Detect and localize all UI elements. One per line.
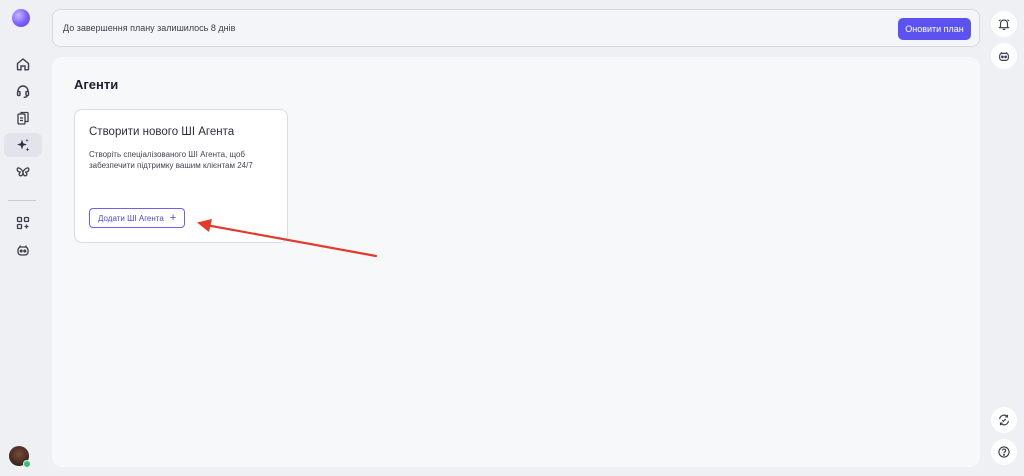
headset-icon bbox=[16, 85, 30, 98]
sync-button[interactable] bbox=[991, 407, 1017, 433]
sidebar-item-home[interactable] bbox=[4, 52, 42, 76]
sidebar-item-ai-agents[interactable] bbox=[4, 133, 42, 157]
plan-expiry-banner: До завершення плану залишилось 8 днів Он… bbox=[52, 9, 980, 47]
help-icon bbox=[998, 446, 1010, 458]
bell-icon bbox=[998, 19, 1010, 31]
sidebar-item-bot[interactable] bbox=[4, 238, 42, 262]
sync-check-icon bbox=[999, 414, 1009, 426]
sidebar-item-support[interactable] bbox=[4, 79, 42, 103]
card-description: Створіть спеціалізованого ШІ Агента, щоб… bbox=[89, 150, 253, 170]
bot-icon bbox=[17, 245, 29, 256]
card-title: Створити нового ШІ Агента bbox=[89, 126, 235, 138]
sparkles-icon bbox=[17, 138, 30, 152]
app-logo[interactable] bbox=[12, 9, 30, 27]
sidebar-divider bbox=[8, 200, 36, 201]
help-button[interactable] bbox=[991, 439, 1017, 465]
sidebar-item-integrations[interactable] bbox=[4, 160, 42, 184]
upgrade-plan-button[interactable]: Оновити план bbox=[898, 18, 971, 40]
add-ai-agent-button[interactable]: Додати ШІ Агента + bbox=[89, 208, 186, 228]
add-ai-agent-label: Додати ШІ Агента bbox=[98, 213, 164, 223]
sidebar-item-documents[interactable] bbox=[4, 106, 42, 130]
plus-icon: + bbox=[169, 211, 177, 224]
left-sidebar bbox=[0, 0, 44, 476]
online-status-dot bbox=[23, 460, 31, 468]
apps-add-icon bbox=[16, 216, 30, 230]
documents-icon bbox=[17, 111, 29, 125]
assistant-button[interactable] bbox=[991, 43, 1017, 69]
create-agent-card: Створити нового ШІ Агента Створіть спеці… bbox=[74, 109, 288, 243]
home-icon bbox=[16, 58, 30, 71]
banner-text: До завершення плану залишилось 8 днів bbox=[63, 23, 236, 33]
butterfly-icon bbox=[16, 167, 30, 177]
sidebar-item-apps[interactable] bbox=[4, 211, 42, 235]
page-title: Агенти bbox=[74, 77, 119, 92]
main-panel: Агенти Створити нового ШІ Агента Створіт… bbox=[52, 57, 980, 467]
bot-icon bbox=[999, 52, 1009, 61]
notifications-button[interactable] bbox=[991, 11, 1017, 37]
